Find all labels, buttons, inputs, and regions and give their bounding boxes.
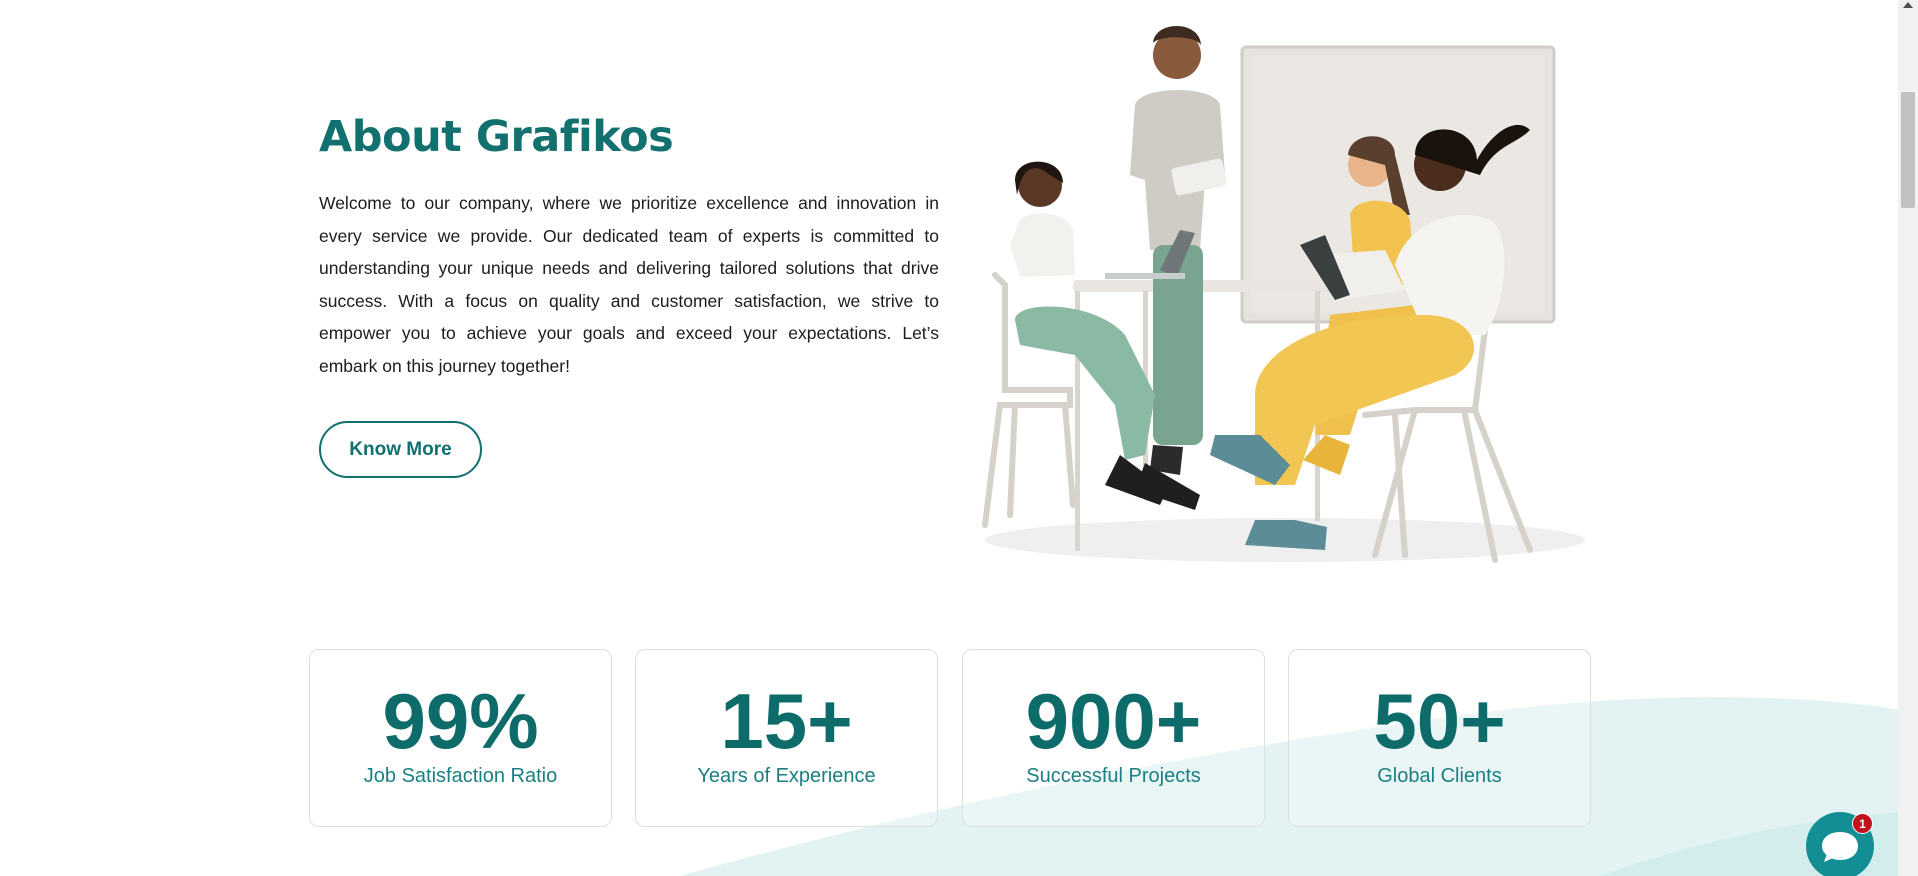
page-scrollbar[interactable] xyxy=(1898,0,1918,876)
about-description: Welcome to our company, where we priorit… xyxy=(319,193,939,376)
stat-value: 900+ xyxy=(1025,677,1202,765)
stat-card-years-experience: 15+ Years of Experience xyxy=(635,649,938,827)
stat-value: 15+ xyxy=(720,677,853,765)
about-title: About Grafikos xyxy=(319,112,674,162)
page: About Grafikos Welcome to our company, w… xyxy=(0,0,1918,876)
scroll-up-arrow-icon[interactable] xyxy=(1903,2,1913,8)
stat-value: 50+ xyxy=(1373,677,1506,765)
background-wave xyxy=(680,697,1898,876)
stat-label: Job Satisfaction Ratio xyxy=(363,765,558,787)
stat-value: 99% xyxy=(382,677,539,765)
chat-notification-badge: 1 xyxy=(1852,813,1873,834)
stat-label: Years of Experience xyxy=(697,765,876,787)
scrollbar-thumb[interactable] xyxy=(1901,92,1915,208)
stat-card-successful-projects: 900+ Successful Projects xyxy=(962,649,1265,827)
know-more-button[interactable]: Know More xyxy=(319,421,482,478)
stat-card-global-clients: 50+ Global Clients xyxy=(1288,649,1591,827)
stat-card-job-satisfaction: 99% Job Satisfaction Ratio xyxy=(309,649,612,827)
stat-label: Global Clients xyxy=(1377,765,1502,787)
stat-label: Successful Projects xyxy=(1026,765,1201,787)
team-illustration xyxy=(982,25,1585,563)
